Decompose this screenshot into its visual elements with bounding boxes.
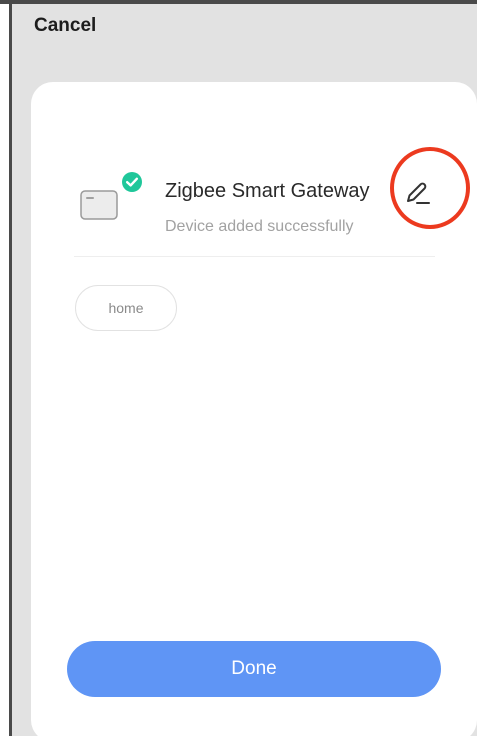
device-added-screen: Cancel Zigbee Smart Gateway Device added… [0,0,477,736]
cancel-button[interactable]: Cancel [34,15,96,37]
pencil-icon[interactable] [403,180,431,208]
window-left-border [9,0,12,736]
section-divider [74,256,435,257]
window-top-border [0,0,477,4]
done-button[interactable]: Done [67,641,441,697]
room-chip-home[interactable]: home [75,285,177,331]
gateway-device-icon [80,190,118,220]
device-status: Device added successfully [165,218,354,235]
device-name: Zigbee Smart Gateway [165,180,370,202]
check-circle-icon [122,172,142,192]
